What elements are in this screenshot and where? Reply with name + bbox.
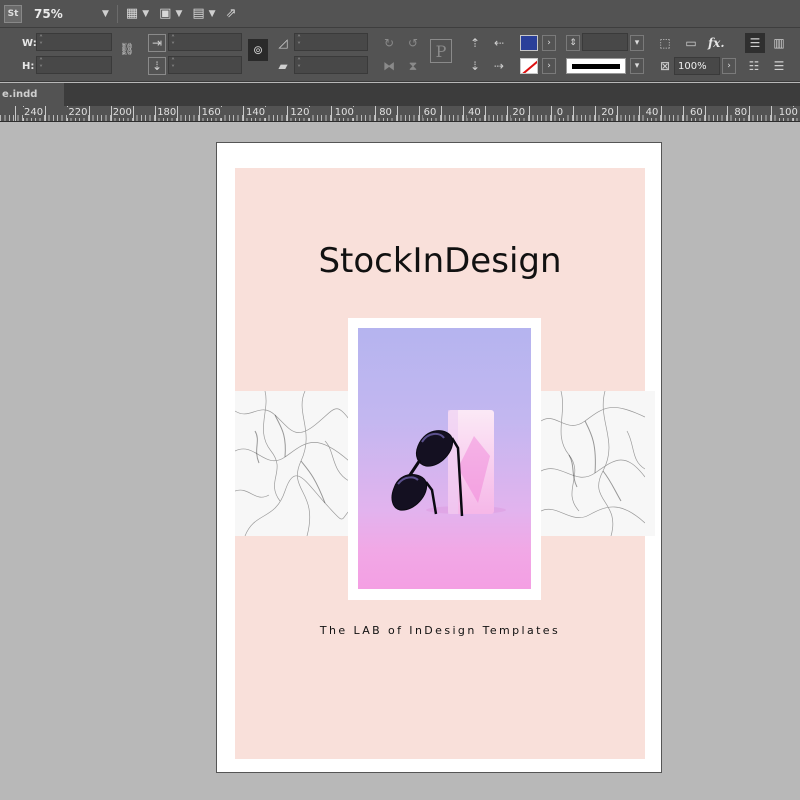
ruler-label: 80 <box>733 107 749 118</box>
stroke-weight-dropdown-icon[interactable]: ▾ <box>630 35 644 51</box>
select-container-icon[interactable]: ⇡ <box>466 34 484 52</box>
zoom-level[interactable]: 75% <box>34 7 98 21</box>
stock-logo-icon[interactable]: St <box>4 4 22 23</box>
divider <box>116 4 118 23</box>
photo-frame[interactable] <box>348 318 541 600</box>
ruler-label: 40 <box>644 107 660 118</box>
align-center-icon[interactable]: ▥ <box>770 34 788 52</box>
flip-vertical-icon[interactable]: ⧗ <box>404 57 422 75</box>
effects-icon[interactable]: ⬚ <box>656 34 674 52</box>
height-label: H: <box>22 60 35 72</box>
document-tab[interactable]: e.indd <box>0 83 64 106</box>
opacity-icon: ⊠ <box>659 59 671 73</box>
rotate-cw-icon[interactable]: ↻ <box>380 34 398 52</box>
ruler-label: 100 <box>777 107 799 118</box>
ruler-label: 200 <box>111 107 133 118</box>
rotation-field[interactable]: ˄ ˅ <box>294 33 368 51</box>
ruler-label: 220 <box>67 107 89 118</box>
select-content-icon[interactable]: ⇣ <box>466 57 484 75</box>
shear-icon: ▰ <box>278 59 288 73</box>
rotation-spinner-icon[interactable]: ˄ ˅ <box>295 35 301 50</box>
fx-label[interactable]: fx. <box>708 36 725 50</box>
stroke-type-dropdown-icon[interactable]: ▾ <box>630 58 644 74</box>
arrange-documents-icon[interactable]: ▤ ▼ <box>192 6 215 21</box>
tagline[interactable]: The LAB of InDesign Templates <box>217 624 663 637</box>
width-spinner-icon[interactable]: ˄ ˅ <box>37 35 43 50</box>
ruler-label: 60 <box>689 107 704 118</box>
scale-y-icon: ⇣ <box>148 57 166 75</box>
stroke-weight-field[interactable] <box>582 33 628 51</box>
document-page[interactable]: StockInDesign The LAB of InDesign Templa… <box>216 142 662 773</box>
scale-x-icon: ⇥ <box>148 34 166 52</box>
ruler-label: 160 <box>200 107 222 118</box>
document-tab-bar: e.indd <box>0 83 800 106</box>
scale-y-field[interactable]: ˄ ˅ <box>168 56 242 74</box>
select-previous-icon[interactable]: ⇠ <box>490 34 508 52</box>
shear-spinner-icon[interactable]: ˄ ˅ <box>295 58 301 73</box>
ruler-label: 0 <box>555 107 565 118</box>
opacity-menu-chevron-icon[interactable]: › <box>722 58 736 74</box>
select-next-icon[interactable]: ⇢ <box>490 57 508 75</box>
rotate-angle-icon: ◿ <box>278 36 288 50</box>
stroke-menu-chevron-icon[interactable]: › <box>542 58 556 74</box>
stroke-weight-spinner-icon[interactable]: ⇕ <box>566 35 580 51</box>
drop-shadow-icon[interactable]: ▭ <box>682 34 700 52</box>
view-options-icon[interactable]: ▦ ▼ <box>126 6 149 21</box>
width-field[interactable]: ˄ ˅ <box>36 33 112 51</box>
align-bottom-icon[interactable]: ☰ <box>770 57 788 75</box>
fill-menu-chevron-icon[interactable]: › <box>542 35 556 51</box>
ruler-label: 20 <box>511 107 527 118</box>
rotate-ccw-icon[interactable]: ↺ <box>404 34 422 52</box>
sunglasses-photo[interactable] <box>358 328 531 589</box>
height-spinner-icon[interactable]: ˄ ˅ <box>37 58 43 73</box>
zoom-chevron-down-icon[interactable]: ▼ <box>102 9 109 19</box>
align-middle-icon[interactable]: ☷ <box>745 57 763 75</box>
scale-x-spinner-icon[interactable]: ˄ ˅ <box>169 35 175 50</box>
publish-icon[interactable]: ⇗ <box>226 6 237 21</box>
horizontal-ruler[interactable]: 240 220 200 180 160 140 120 100 80 60 40 20 0 20 40 60 8… <box>0 106 800 122</box>
control-panel: W: ˄ ˅ ⛓ ⇥ ˄ ˅ ⊚ ◿ ˄ ˅ ↻ ↺ P ⇡ ⇠ › ⇕ ▾ ⬚ ▭ … <box>0 28 800 82</box>
shear-field[interactable]: ˄ ˅ <box>294 56 368 74</box>
align-top-icon[interactable]: ☰ <box>746 34 764 52</box>
opacity-field[interactable]: 100% <box>674 57 720 75</box>
ruler-label: 100 <box>333 107 355 118</box>
brand-title[interactable]: StockInDesign <box>217 241 663 281</box>
ruler-label: 20 <box>600 107 615 118</box>
scale-y-spinner-icon[interactable]: ˄ ˅ <box>169 58 175 73</box>
stroke-swatch[interactable] <box>520 58 538 74</box>
ruler-label: 60 <box>422 107 438 118</box>
ruler-label: 240 <box>23 107 45 118</box>
ruler-label: 80 <box>378 107 393 118</box>
width-label: W: <box>22 37 37 49</box>
stroke-type-preview[interactable] <box>566 58 626 74</box>
ruler-label: 140 <box>245 107 267 118</box>
scale-x-field[interactable]: ˄ ˅ <box>168 33 242 51</box>
flip-horizontal-icon[interactable]: ⧓ <box>380 57 398 75</box>
marble-texture-left[interactable] <box>235 391 349 536</box>
fill-swatch[interactable] <box>520 35 538 51</box>
ruler-label: 180 <box>156 107 178 118</box>
marble-texture-right[interactable] <box>541 391 655 536</box>
application-bar: St 75% ▼ ▦ ▼ ▣ ▼ ▤ ▼ ⇗ <box>0 0 800 28</box>
ruler-label: 120 <box>289 107 311 118</box>
ruler-label: 40 <box>467 107 482 118</box>
screen-mode-icon[interactable]: ▣ ▼ <box>159 6 182 21</box>
height-field[interactable]: ˄ ˅ <box>36 56 112 74</box>
